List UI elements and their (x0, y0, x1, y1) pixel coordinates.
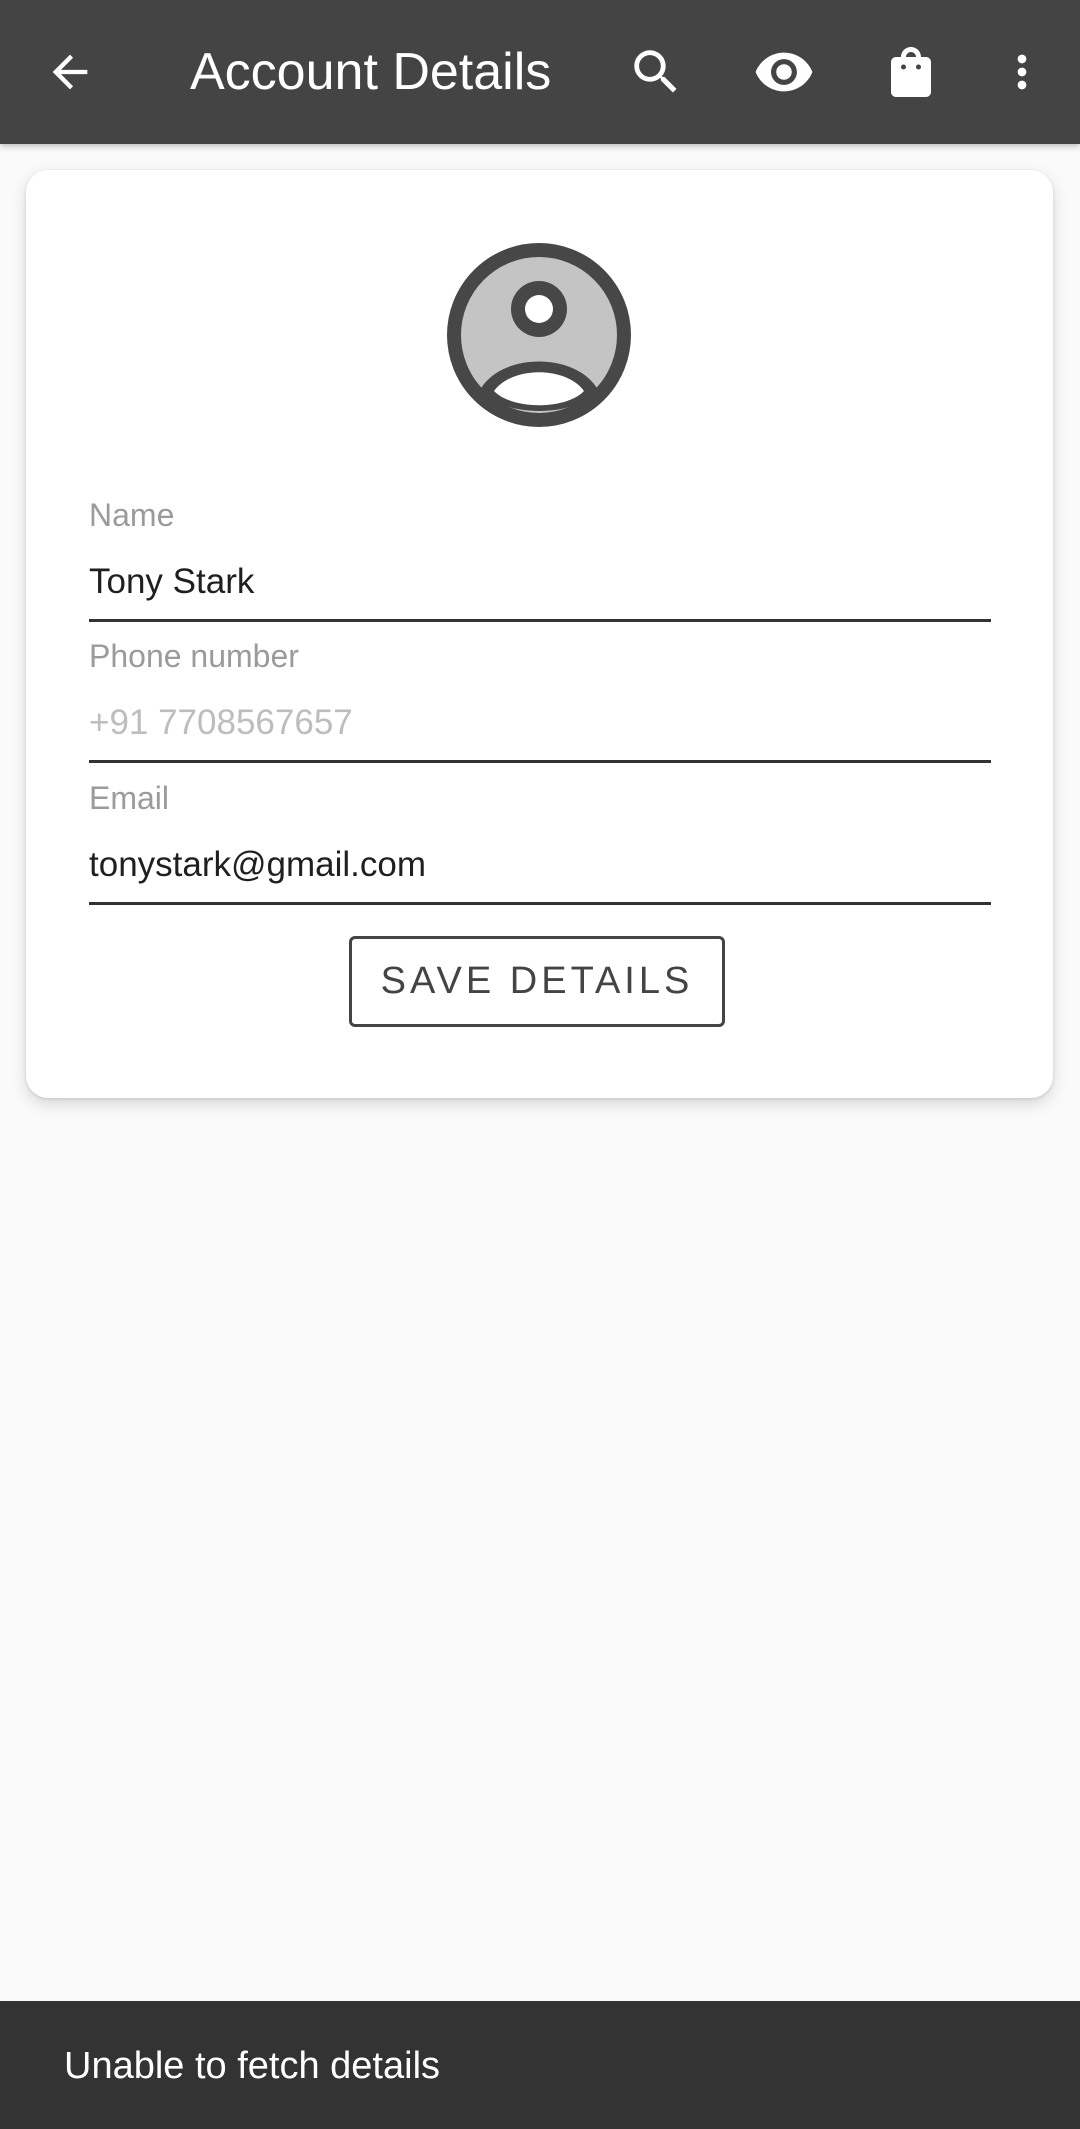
search-icon (634, 50, 677, 93)
overflow-menu-button[interactable] (972, 22, 1072, 122)
name-underline (89, 619, 991, 622)
shopping-bag-icon (891, 47, 931, 97)
email-label: Email (89, 780, 170, 816)
email-input[interactable]: tonystark@gmail.com (89, 842, 991, 888)
phone-label: Phone number (89, 638, 299, 674)
more-vert-icon (1017, 54, 1027, 90)
cart-button[interactable] (861, 22, 961, 122)
name-label: Name (89, 497, 175, 533)
eye-icon (755, 52, 813, 92)
snackbar-message: Unable to fetch details (64, 2045, 441, 2087)
account-card: Name Tony Stark Phone number Email tonys… (26, 170, 1053, 1098)
page-title: Account Details (190, 43, 552, 101)
phone-input[interactable] (89, 700, 991, 746)
email-underline (89, 902, 991, 905)
view-button[interactable] (734, 22, 834, 122)
account-circle-icon (447, 243, 631, 427)
app-bar: Account Details (0, 0, 1080, 144)
snackbar: Unable to fetch details (0, 2001, 1080, 2129)
save-details-button[interactable]: SAVE DETAILS (349, 936, 725, 1027)
back-arrow-icon (52, 54, 88, 90)
phone-underline (89, 760, 991, 763)
name-input[interactable]: Tony Stark (89, 559, 991, 605)
search-button[interactable] (606, 22, 706, 122)
back-button[interactable] (20, 22, 120, 122)
